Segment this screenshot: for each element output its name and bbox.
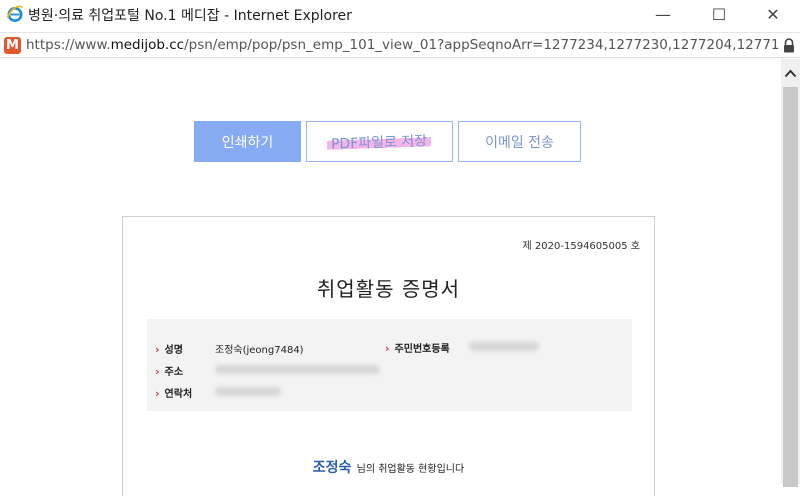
scroll-thumb[interactable] bbox=[783, 87, 798, 487]
save-pdf-button[interactable]: PDF파일로 저장 bbox=[306, 121, 453, 162]
medijob-favicon: M bbox=[4, 37, 21, 54]
certificate-title: 취업활동 증명서 bbox=[316, 277, 461, 301]
window-title: 병원·의료 취업포털 No.1 메디잡 - Internet Explorer bbox=[28, 8, 352, 24]
minimize-button[interactable]: — bbox=[640, 0, 686, 28]
address-redacted bbox=[215, 365, 380, 374]
internet-explorer-icon bbox=[6, 5, 24, 22]
send-email-button[interactable]: 이메일 전송 bbox=[458, 121, 581, 162]
address-label: 주소 bbox=[155, 363, 183, 378]
close-button[interactable]: ✕ bbox=[750, 0, 796, 28]
url-prefix: https://www. bbox=[26, 37, 111, 53]
certificate-number: 제 2020-1594605005 호 bbox=[522, 241, 640, 252]
url-host: medijob.cc bbox=[110, 37, 185, 53]
url-text[interactable]: https://www.medijob.cc/psn/emp/pop/psn_e… bbox=[26, 37, 778, 53]
scroll-up-button[interactable] bbox=[781, 63, 800, 83]
lock-icon[interactable] bbox=[782, 38, 796, 53]
address-bar[interactable]: M https://www.medijob.cc/psn/emp/pop/psn… bbox=[0, 32, 800, 58]
page-content: 인쇄하기 PDF파일로 저장 이메일 전송 제 2020-1594605005 … bbox=[0, 59, 781, 496]
name-value: 조정숙(jeong7484) bbox=[215, 345, 304, 356]
maximize-button[interactable]: ☐ bbox=[696, 0, 742, 28]
resident-number-label: 주민번호등록 bbox=[385, 340, 450, 355]
resident-number-redacted bbox=[469, 342, 539, 351]
save-pdf-label: PDF파일로 저장 bbox=[327, 129, 432, 154]
window-titlebar: 병원·의료 취업포털 No.1 메디잡 - Internet Explorer … bbox=[0, 0, 800, 28]
applicant-info-box: 성명 조정숙(jeong7484) 주민번호등록 주소 연락처 bbox=[147, 319, 632, 411]
url-path: /psn/emp/pop/psn_emp_101_view_01?appSeqn… bbox=[184, 37, 778, 53]
contact-redacted bbox=[215, 387, 281, 396]
summary-text: 님의 취업활동 현황입니다 bbox=[356, 464, 465, 475]
chevron-up-icon bbox=[784, 69, 797, 77]
vertical-scrollbar[interactable] bbox=[781, 59, 800, 487]
print-button[interactable]: 인쇄하기 bbox=[194, 121, 301, 162]
activity-summary: 조정숙 님의 취업활동 현황입니다 bbox=[123, 457, 654, 477]
contact-label: 연락처 bbox=[155, 385, 193, 400]
certificate-document: 제 2020-1594605005 호 취업활동 증명서 성명 조정숙(jeon… bbox=[122, 216, 655, 496]
name-label: 성명 bbox=[155, 341, 183, 356]
summary-name: 조정숙 bbox=[312, 460, 352, 476]
